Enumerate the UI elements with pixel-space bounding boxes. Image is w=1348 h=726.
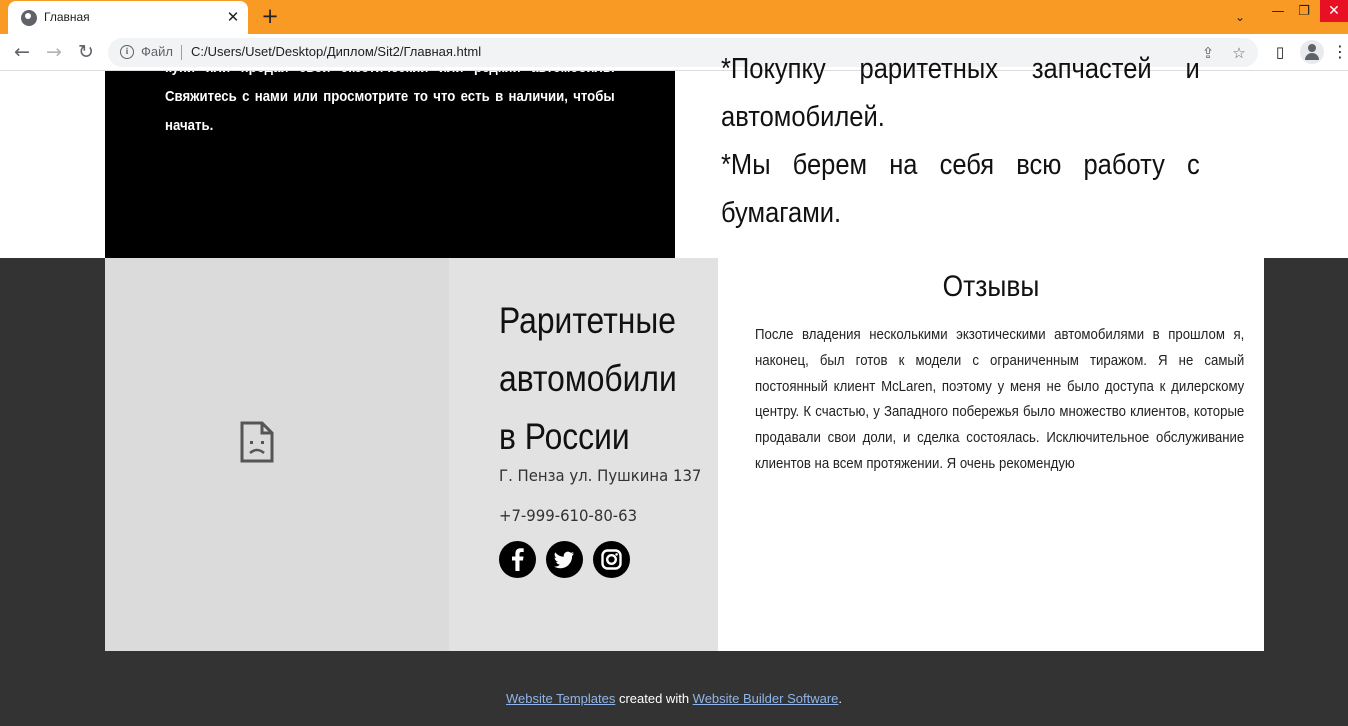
reviews-panel: Отзывы После владения несколькими экзоти… (718, 258, 1264, 651)
image-panel (105, 258, 449, 651)
globe-icon (21, 10, 37, 26)
page-content: купи или продай свой экзотический или ре… (0, 53, 1348, 726)
profile-avatar-icon[interactable] (1300, 40, 1324, 64)
broken-image-icon (240, 421, 274, 463)
info-icon[interactable]: i (120, 45, 134, 59)
credits-middle-text: created with (615, 691, 693, 706)
tab-close-icon[interactable]: ✕ (223, 7, 243, 27)
twitter-icon[interactable] (546, 541, 583, 578)
footer-credits: Website Templates created with Website B… (0, 691, 1348, 706)
file-label: Файл (141, 44, 173, 59)
reviews-title: Отзывы (942, 270, 1040, 303)
company-info-panel: Раритетные автомобили в России Г. Пенза … (449, 258, 718, 651)
company-title: Раритетные автомобили в России (499, 300, 677, 457)
intro-section: купи или продай свой экзотический или ре… (0, 53, 1348, 258)
back-arrow-icon[interactable]: ← (8, 39, 36, 67)
facebook-icon[interactable] (499, 541, 536, 578)
intro-text: купи или продай свой экзотический или ре… (165, 71, 615, 134)
footer-contact-band: Раритетные автомобили в России Г. Пенза … (105, 258, 1264, 651)
reload-icon[interactable]: ↻ (72, 39, 100, 67)
instagram-icon[interactable] (593, 541, 630, 578)
chevron-down-icon[interactable]: ⌄ (1228, 5, 1252, 29)
browser-tab[interactable]: Главная ✕ (8, 1, 248, 34)
intro-black-panel: купи или продай свой экзотический или ре… (105, 71, 675, 258)
services-line-1: *Покупку раритетных запчастей и автомоби… (721, 53, 1200, 133)
restore-button[interactable]: ❐ (1291, 0, 1317, 26)
company-phone: +7-999-610-80-63 (499, 506, 638, 525)
tab-title: Главная (44, 10, 90, 24)
website-templates-link[interactable]: Website Templates (506, 691, 615, 706)
browser-tab-strip: Главная ✕ + ⌄ — ❐ ✕ (0, 0, 1348, 34)
menu-dots-icon[interactable]: ⋮ (1332, 40, 1348, 64)
star-icon[interactable]: ☆ (1229, 43, 1249, 63)
window-close-button[interactable]: ✕ (1320, 0, 1348, 22)
divider (181, 45, 182, 60)
side-panel-icon[interactable]: ▯ (1268, 40, 1292, 64)
website-builder-link[interactable]: Website Builder Software (693, 691, 839, 706)
new-tab-button[interactable]: + (258, 5, 282, 29)
share-icon[interactable]: ⇪ (1198, 43, 1218, 63)
forward-arrow-icon[interactable]: → (40, 39, 68, 67)
services-line-2: *Мы берем на себя всю работу с бумагами. (721, 149, 1200, 229)
company-address: Г. Пенза ул. Пушкина 137 (499, 466, 702, 485)
review-text: После владения несколькими экзотическими… (755, 326, 1245, 472)
credits-end-text: . (838, 691, 843, 706)
minimize-button[interactable]: — (1265, 0, 1291, 26)
services-text: *Покупку раритетных запчастей и автомоби… (721, 45, 1200, 237)
url-text[interactable]: C:/Users/Uset/Desktop/Диплом/Sit2/Главна… (191, 44, 481, 59)
